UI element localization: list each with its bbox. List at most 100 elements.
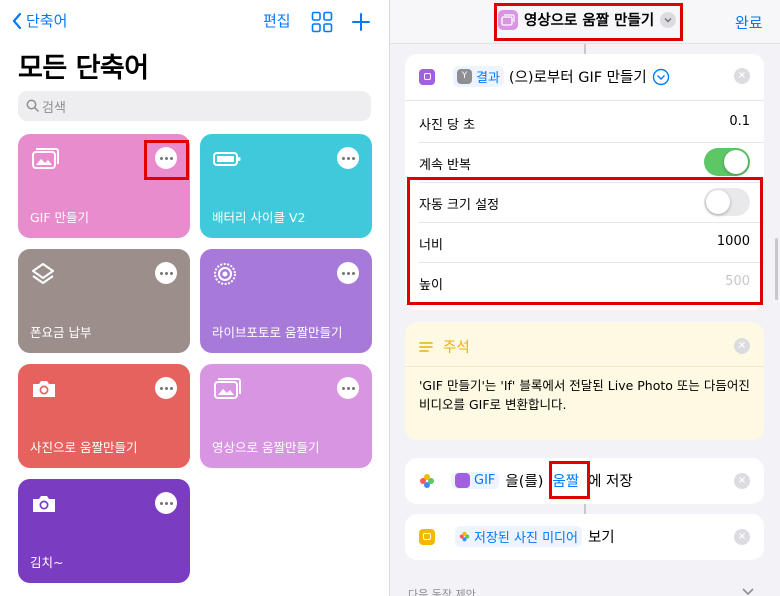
shortcut-card-livephoto[interactable]: 라이브포토로 움짤만들기 bbox=[200, 249, 372, 353]
row-label: 계속 반복 bbox=[419, 158, 471, 173]
layers-icon bbox=[32, 263, 54, 284]
card-label: GIF 만들기 bbox=[30, 210, 90, 225]
search-input[interactable]: 검색 bbox=[18, 91, 371, 121]
search-icon bbox=[26, 99, 39, 112]
remove-show-action-button[interactable]: × bbox=[734, 529, 750, 545]
comment-text[interactable]: 'GIF 만들기'는 'If' 블록에서 전달된 Live Photo 또는 다… bbox=[419, 376, 750, 414]
saved-media-chip-label: 저장된 사진 미디어 bbox=[474, 531, 578, 546]
row-label: 너비 bbox=[419, 238, 443, 253]
search-placeholder: 검색 bbox=[42, 101, 66, 116]
gif-action-icon bbox=[419, 68, 435, 85]
more-options-button[interactable] bbox=[337, 147, 359, 169]
comment-header: 주석 bbox=[419, 336, 470, 357]
photos-app-icon bbox=[420, 473, 434, 488]
more-options-button[interactable] bbox=[155, 377, 177, 399]
gif-chip-label: GIF bbox=[474, 473, 496, 488]
remove-action-button[interactable]: × bbox=[734, 68, 750, 84]
show-text: 보기 bbox=[587, 530, 615, 546]
flow-connector bbox=[584, 504, 586, 514]
row-seconds-per-photo[interactable]: 사진 당 초 0.1 bbox=[405, 102, 764, 142]
scrollbar[interactable] bbox=[775, 238, 778, 300]
row-height[interactable]: 높이 500 bbox=[405, 262, 764, 302]
shortcut-card-battery[interactable]: 배터리 사이클 V2 bbox=[200, 134, 372, 238]
chevron-down-icon[interactable] bbox=[742, 588, 754, 596]
back-label: 단축어 bbox=[26, 12, 68, 30]
shortcut-card-gif[interactable]: GIF 만들기 bbox=[18, 134, 190, 238]
height-value[interactable]: 500 bbox=[725, 274, 750, 289]
result-chip-label: 결과 bbox=[476, 71, 500, 86]
loop-toggle[interactable] bbox=[704, 148, 750, 176]
shortcut-title: 영상으로 움짤 만들기 bbox=[524, 13, 655, 29]
photo-stack-icon bbox=[32, 148, 59, 169]
action-header: Y 결과 (으)로부터 GIF 만들기 bbox=[419, 66, 670, 87]
save-to-album-action[interactable]: GIF 을(를) 움짤 에 저장 × bbox=[405, 458, 764, 504]
shortcut-card-phone-bill[interactable]: 폰요금 납부 bbox=[18, 249, 190, 353]
comment-block[interactable]: 주석 × 'GIF 만들기'는 'If' 블록에서 전달된 Live Photo… bbox=[405, 322, 764, 440]
saved-media-chip[interactable]: 저장된 사진 미디어 bbox=[455, 526, 582, 547]
more-options-button[interactable] bbox=[155, 147, 177, 169]
separator bbox=[405, 366, 764, 367]
card-label: 라이브포토로 움짤만들기 bbox=[212, 325, 343, 340]
row-label: 자동 크기 설정 bbox=[419, 198, 500, 213]
row-value[interactable]: 0.1 bbox=[729, 114, 750, 129]
more-options-button[interactable] bbox=[337, 262, 359, 284]
photo-stack-icon bbox=[501, 13, 515, 26]
gif-chip-icon bbox=[455, 473, 470, 488]
shortcut-card-kimchi[interactable]: 김치~ bbox=[18, 479, 190, 583]
row-auto-size: 자동 크기 설정 bbox=[405, 182, 764, 222]
quick-look-icon bbox=[419, 528, 435, 545]
battery-icon bbox=[213, 152, 241, 166]
row-label: 높이 bbox=[419, 278, 443, 293]
comment-title: 주석 bbox=[443, 340, 470, 356]
add-icon[interactable] bbox=[351, 12, 371, 32]
photos-app-icon bbox=[459, 531, 470, 542]
shortcut-card-video-gif[interactable]: 영상으로 움짤만들기 bbox=[200, 364, 372, 468]
more-options-button[interactable] bbox=[155, 262, 177, 284]
save-text-mid: 을(를) bbox=[505, 474, 544, 490]
save-text-end: 에 저장 bbox=[588, 474, 633, 490]
flow-connector bbox=[584, 44, 586, 54]
shortcut-app-icon bbox=[498, 9, 518, 30]
shortcut-title-button[interactable]: 영상으로 움짤 만들기 bbox=[498, 9, 677, 30]
shortcut-card-photo-gif[interactable]: 사진으로 움짤만들기 bbox=[18, 364, 190, 468]
make-gif-action[interactable]: Y 결과 (으)로부터 GIF 만들기 × 사진 당 초 0.1 계속 반복 자… bbox=[405, 54, 764, 310]
card-label: 폰요금 납부 bbox=[30, 325, 92, 340]
text-lines-icon bbox=[419, 341, 433, 352]
camera-icon bbox=[33, 496, 55, 512]
auto-size-toggle[interactable] bbox=[704, 188, 750, 216]
live-photo-icon bbox=[214, 263, 236, 285]
photo-stack-icon bbox=[214, 378, 241, 399]
show-media-action[interactable]: 저장된 사진 미디어 보기 × bbox=[405, 514, 764, 560]
page-title: 모든 단축어 bbox=[18, 53, 149, 84]
more-options-button[interactable] bbox=[337, 377, 359, 399]
grid-view-icon[interactable] bbox=[311, 11, 333, 33]
album-parameter[interactable]: 움짤 bbox=[549, 470, 582, 491]
more-options-button[interactable] bbox=[155, 492, 177, 514]
next-action-suggestions[interactable]: 다음 동작 제안 bbox=[408, 586, 476, 596]
card-label: 사진으로 움짤만들기 bbox=[30, 440, 138, 455]
result-variable-chip[interactable]: Y 결과 bbox=[453, 66, 504, 87]
separator bbox=[405, 100, 764, 101]
row-label: 사진 당 초 bbox=[419, 118, 476, 133]
row-loop: 계속 반복 bbox=[405, 142, 764, 182]
chevron-left-icon bbox=[12, 12, 22, 29]
remove-save-action-button[interactable]: × bbox=[734, 473, 750, 489]
action-text: (으)로부터 GIF 만들기 bbox=[508, 70, 647, 86]
done-button[interactable]: 완료 bbox=[735, 12, 763, 33]
chevron-down-icon[interactable] bbox=[660, 11, 677, 28]
card-label: 배터리 사이클 V2 bbox=[212, 210, 306, 225]
width-value[interactable]: 1000 bbox=[717, 234, 750, 249]
card-label: 영상으로 움짤만들기 bbox=[212, 440, 320, 455]
save-action-content: GIF 을(를) 움짤 에 저장 bbox=[419, 470, 633, 491]
shortcuts-library-pane: 단축어 편집 모든 단축어 검색 GIF 만들기 배터리 사이클 V2 폰요금 … bbox=[0, 0, 389, 596]
gif-variable-chip[interactable]: GIF bbox=[451, 472, 500, 489]
remove-comment-button[interactable]: × bbox=[734, 338, 750, 354]
if-icon: Y bbox=[457, 69, 472, 84]
back-button[interactable]: 단축어 bbox=[12, 10, 67, 31]
shortcut-editor-pane: 영상으로 움짤 만들기 완료 Y 결과 (으)로부터 GIF 만들기 × 사진 … bbox=[390, 0, 780, 596]
edit-button[interactable]: 편집 bbox=[263, 10, 291, 31]
card-label: 김치~ bbox=[30, 555, 64, 570]
camera-icon bbox=[33, 381, 55, 397]
row-width[interactable]: 너비 1000 bbox=[405, 222, 764, 262]
expand-chevron-icon[interactable] bbox=[652, 68, 670, 86]
